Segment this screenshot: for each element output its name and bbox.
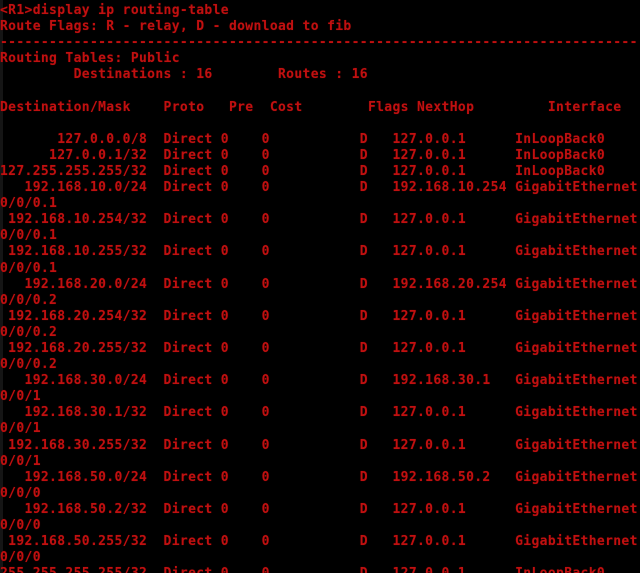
terminal-screen[interactable]: <R1>display ip routing-table Route Flags… [0,0,640,573]
terminal-window[interactable]: <R1>display ip routing-table Route Flags… [0,0,640,573]
terminal-output: <R1>display ip routing-table Route Flags… [0,3,638,573]
